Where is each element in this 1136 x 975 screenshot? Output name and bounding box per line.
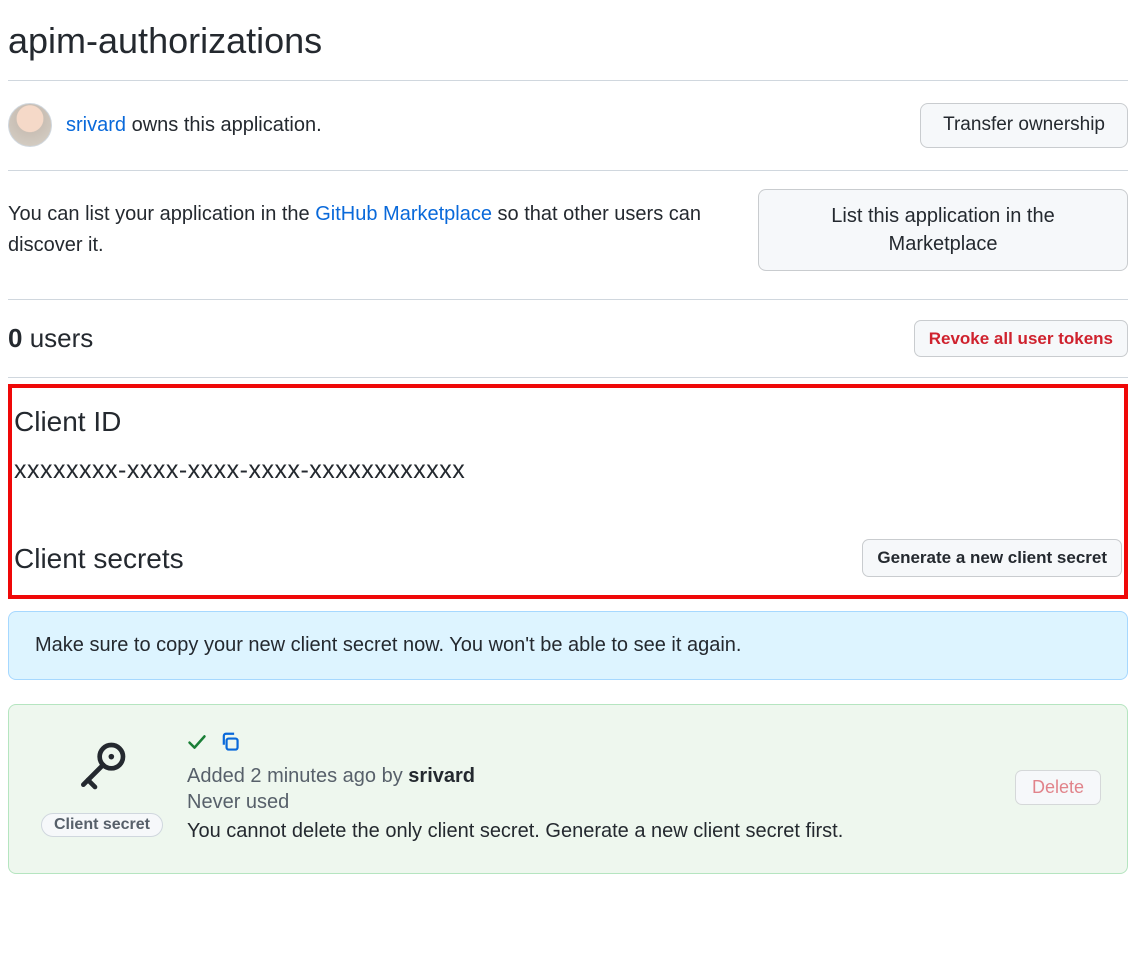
users-count: 0	[8, 323, 22, 353]
owner-row: srivard owns this application. Transfer …	[8, 81, 1128, 170]
divider	[8, 377, 1128, 378]
owner-username-link[interactable]: srivard	[66, 114, 126, 136]
owner-text: srivard owns this application.	[66, 114, 322, 137]
copy-icon[interactable]	[219, 731, 241, 759]
users-count-label: 0 users	[8, 323, 93, 354]
page-title: apim-authorizations	[8, 20, 1128, 62]
client-secrets-header: Client secrets Generate a new client sec…	[14, 537, 1122, 579]
generate-client-secret-button[interactable]: Generate a new client secret	[862, 539, 1122, 577]
marketplace-row: You can list your application in the Git…	[8, 171, 1128, 299]
client-secrets-heading: Client secrets	[14, 543, 184, 575]
marketplace-text-before: You can list your application in the	[8, 203, 315, 225]
client-id-heading: Client ID	[14, 406, 1122, 438]
revoke-tokens-button[interactable]: Revoke all user tokens	[914, 320, 1128, 358]
client-secret-card: Client secret Added 2 minutes ago by sri…	[8, 704, 1128, 874]
check-icon	[187, 732, 207, 758]
users-label-text: users	[22, 323, 93, 353]
list-in-marketplace-button[interactable]: List this application in the Marketplace	[758, 189, 1128, 271]
client-secret-badge: Client secret	[41, 813, 163, 837]
owner-avatar[interactable]	[8, 103, 52, 147]
secret-delete-note: You cannot delete the only client secret…	[187, 820, 1005, 843]
owner-suffix: owns this application.	[126, 114, 322, 136]
copy-secret-warning-banner: Make sure to copy your new client secret…	[8, 611, 1128, 680]
delete-secret-button[interactable]: Delete	[1015, 770, 1101, 805]
secret-added-line: Added 2 minutes ago by srivard	[187, 765, 1005, 788]
client-id-value: xxxxxxxx-xxxx-xxxx-xxxx-xxxxxxxxxxxx	[14, 456, 1122, 485]
users-row: 0 users Revoke all user tokens	[8, 300, 1128, 378]
key-icon	[74, 738, 130, 799]
github-marketplace-link[interactable]: GitHub Marketplace	[315, 203, 492, 225]
transfer-ownership-button[interactable]: Transfer ownership	[920, 103, 1128, 148]
highlight-annotation-box: Client ID xxxxxxxx-xxxx-xxxx-xxxx-xxxxxx…	[8, 384, 1128, 599]
secret-usage-line: Never used	[187, 791, 1005, 814]
